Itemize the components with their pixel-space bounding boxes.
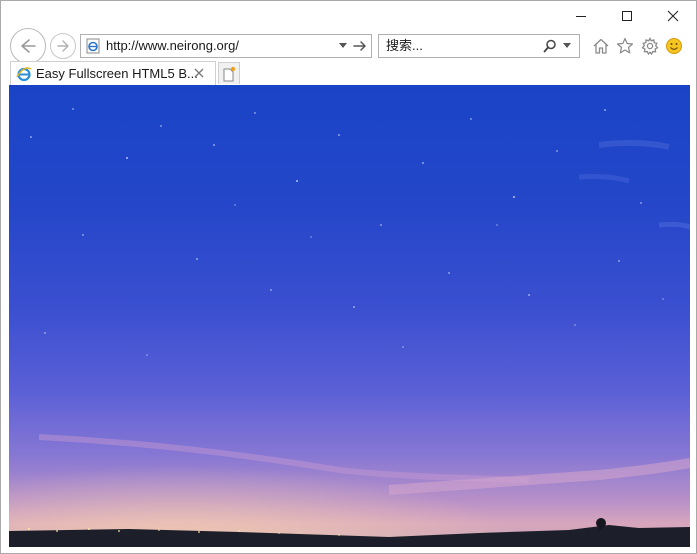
- window-caption-buttons: [558, 1, 696, 31]
- feedback-smiley-icon: [666, 38, 682, 54]
- new-tab-button[interactable]: [218, 62, 240, 84]
- go-arrow-icon[interactable]: [353, 40, 367, 52]
- home-icon: [593, 38, 609, 54]
- tab-close-icon[interactable]: [194, 68, 204, 78]
- back-arrow-icon: [21, 39, 36, 53]
- feedback-button[interactable]: [664, 36, 684, 56]
- maximize-icon: [622, 11, 632, 21]
- page-content-background: [9, 85, 690, 547]
- forward-arrow-icon: [57, 40, 69, 52]
- url-text[interactable]: http://www.neirong.org/: [106, 35, 239, 57]
- forward-button[interactable]: [50, 33, 76, 59]
- minimize-button[interactable]: [558, 1, 604, 31]
- night-sky-image: [9, 108, 690, 547]
- tools-gear-icon: [641, 37, 659, 55]
- tools-button[interactable]: [640, 36, 660, 56]
- search-icon[interactable]: [543, 39, 557, 53]
- home-button[interactable]: [591, 36, 611, 56]
- tab-title: Easy Fullscreen HTML5 B...: [36, 66, 198, 81]
- new-tab-icon: [223, 66, 236, 81]
- address-bar[interactable]: http://www.neirong.org/: [80, 34, 372, 58]
- address-dropdown-icon[interactable]: [339, 43, 347, 49]
- favorites-button[interactable]: [615, 36, 635, 56]
- close-icon: [667, 10, 679, 22]
- search-placeholder[interactable]: 搜索...: [386, 35, 423, 57]
- close-button[interactable]: [650, 1, 696, 31]
- search-box[interactable]: 搜索...: [378, 34, 580, 58]
- page-favicon-icon: [86, 38, 100, 54]
- tab-active[interactable]: Easy Fullscreen HTML5 B...: [10, 61, 216, 85]
- back-button[interactable]: [10, 28, 46, 64]
- browser-window: http://www.neirong.org/ 搜索... Easy Fulls…: [0, 0, 697, 554]
- minimize-icon: [576, 16, 586, 17]
- tab-strip: Easy Fullscreen HTML5 B...: [9, 61, 690, 85]
- favorites-star-icon: [616, 37, 634, 54]
- search-dropdown-icon[interactable]: [563, 43, 571, 49]
- maximize-button[interactable]: [604, 1, 650, 31]
- ie-logo-icon: [16, 67, 32, 82]
